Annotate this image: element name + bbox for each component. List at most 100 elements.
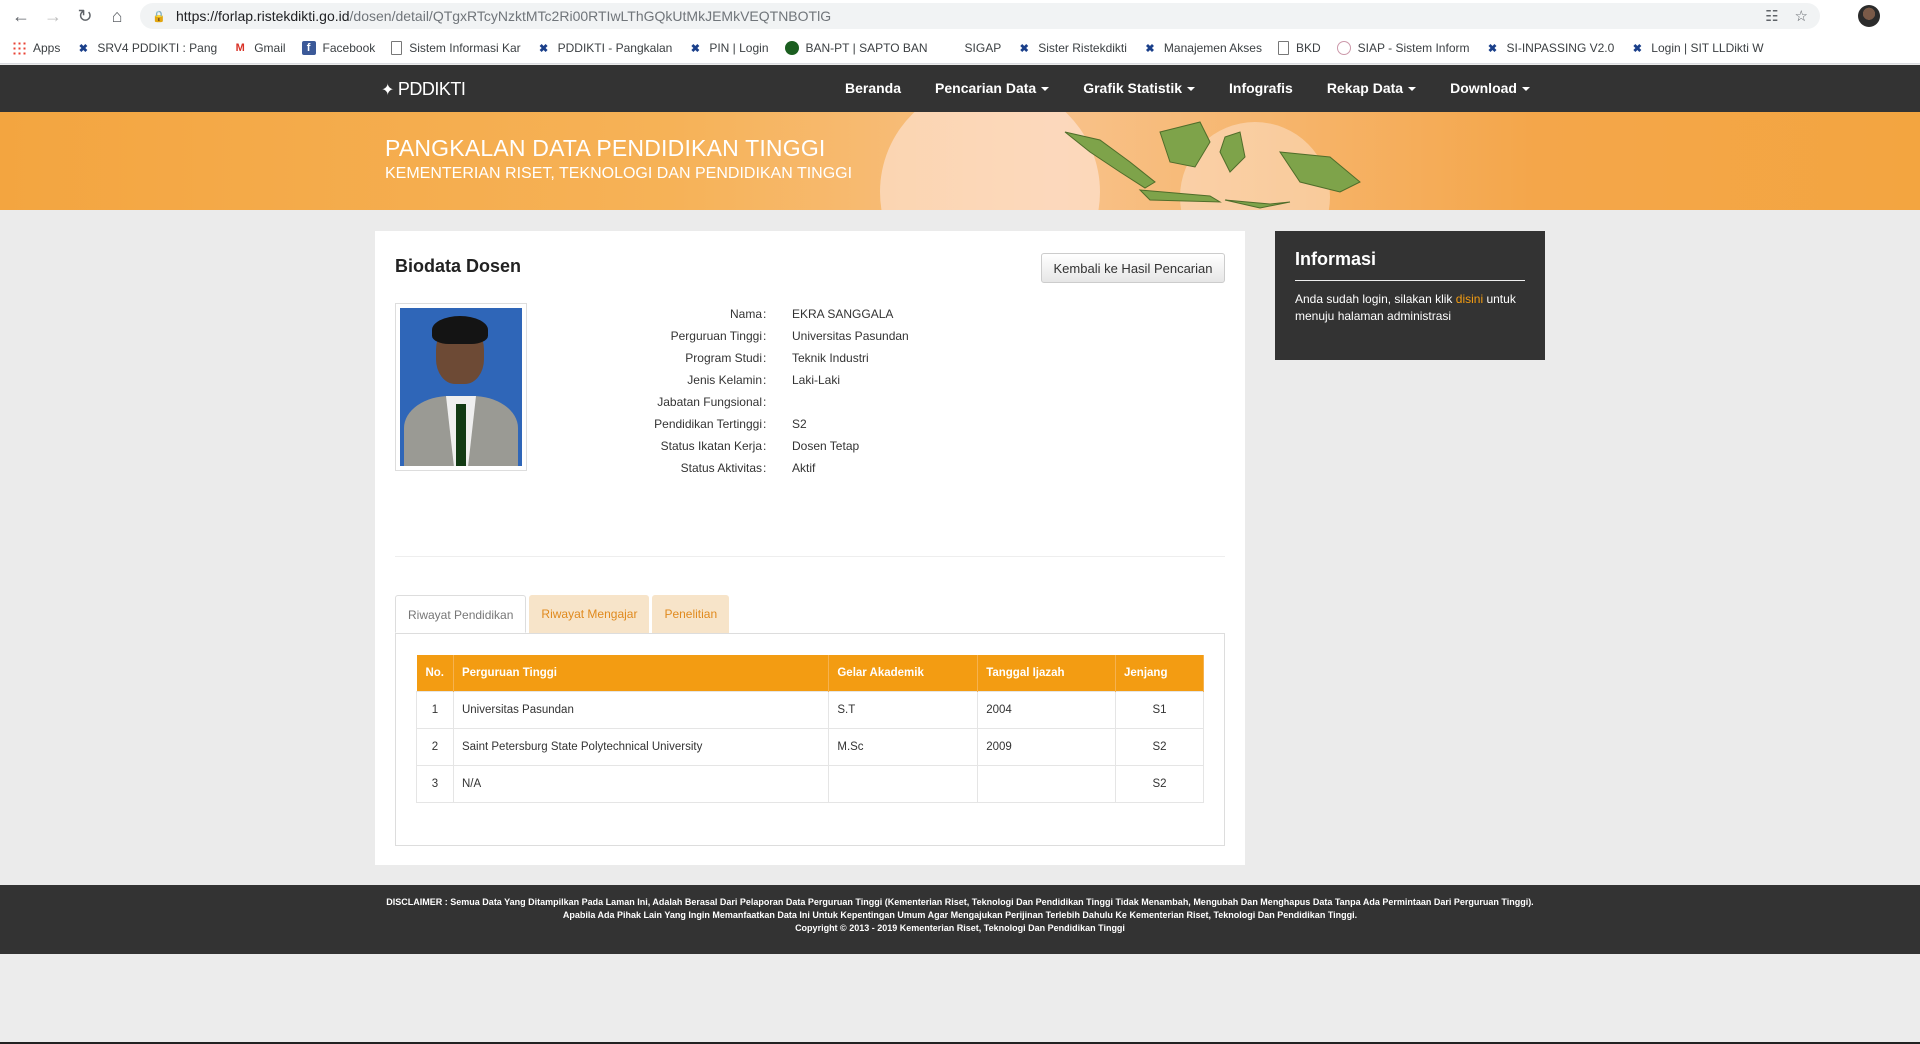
bookmark-item[interactable]: BKD [1277, 41, 1321, 55]
table-cell: 1 [416, 690, 454, 729]
caret-down-icon [1041, 87, 1050, 92]
home-icon[interactable]: ⌂ [106, 6, 128, 28]
bookmark-item[interactable]: BAN-PT | SAPTO BAN [784, 41, 928, 55]
site-logo[interactable]: ✦ PDDIKTI [381, 79, 466, 100]
address-bar[interactable]: 🔒 https://forlap.ristekdikti.go.id/dosen… [140, 3, 1820, 29]
bookmark-item[interactable]: f Facebook [301, 41, 375, 55]
bookmark-label: BKD [1295, 41, 1321, 55]
nav-item-rekap-data[interactable]: Rekap Data [1326, 65, 1417, 112]
info-text-before: Anda sudah login, silakan klik [1295, 292, 1456, 306]
bookmark-item[interactable]: SIAP - Sistem Inform [1336, 41, 1470, 55]
reload-icon[interactable]: ↻ [74, 6, 96, 28]
nav-item-pencarian-data[interactable]: Pencarian Data [935, 65, 1050, 112]
bookmark-item[interactable]: ✖ SI-INPASSING V2.0 [1485, 41, 1614, 55]
table-cell: S1 [1115, 690, 1204, 729]
table-cell: N/A [452, 764, 830, 803]
bookmark-label: SRV4 PDDIKTI : Pang [97, 41, 218, 55]
biodata-row: Jenis Kelamin: Laki-Laki [375, 369, 1245, 391]
bookmark-label: BAN-PT | SAPTO BAN [805, 41, 928, 55]
biodata-row: Status Aktivitas: Aktif [375, 457, 1245, 479]
translate-icon[interactable]: ☷ [1765, 7, 1778, 25]
siap-icon [1336, 41, 1351, 55]
bookmark-item[interactable]: ✖ PDDIKTI - Pangkalan [537, 41, 673, 55]
education-table: No. Perguruan Tinggi Gelar Akademik Tang… [416, 655, 1204, 803]
bookmark-item[interactable]: ✖ SRV4 PDDIKTI : Pang [76, 41, 217, 55]
biodata-value: EKRA SANGGALA [792, 307, 894, 321]
bookmark-label: PDDIKTI - Pangkalan [557, 41, 673, 55]
main-menu: Beranda Pencarian Data Grafik Statistik Inf… [845, 65, 1564, 112]
column-header: Gelar Akademik [828, 655, 979, 691]
profile-avatar[interactable] [1858, 5, 1880, 27]
bookmark-label: Manajemen Akses [1163, 41, 1262, 55]
biodata-label: Perguruan Tinggi [670, 329, 762, 343]
header-banner: PANGKALAN DATA PENDIDIKAN TINGGI KEMENTE… [0, 112, 1920, 210]
nav-item-beranda[interactable]: Beranda [845, 65, 901, 112]
nav-item-label: Download [1450, 80, 1517, 96]
nav-item-download[interactable]: Download [1450, 65, 1530, 112]
bookmark-item[interactable]: Sistem Informasi Kar [391, 41, 521, 55]
biodata-label: Pendidikan Tertinggi [654, 417, 762, 431]
biodata-colon: : [763, 461, 767, 475]
bookmark-item[interactable]: Apps [12, 41, 60, 55]
bookmark-item[interactable]: SIGAP [944, 41, 1002, 55]
nav-item-grafik-statistik[interactable]: Grafik Statistik [1083, 65, 1196, 112]
biodata-label: Status Ikatan Kerja [660, 439, 762, 453]
biodata-label: Status Aktivitas [680, 461, 762, 475]
nav-item-label: Pencarian Data [935, 80, 1037, 96]
tab-penelitian[interactable]: Penelitian [652, 595, 730, 633]
biodata-row: Nama: EKRA SANGGALA [375, 303, 1245, 325]
nav-item-label: Beranda [845, 80, 902, 96]
bookmark-label: SIGAP [964, 41, 1002, 55]
table-cell: 2009 [977, 727, 1117, 766]
bookmark-item[interactable]: ✖ PIN | Login [688, 41, 769, 55]
site-logo-text: PDDIKTI [397, 79, 466, 99]
caret-down-icon [1521, 87, 1530, 92]
lock-icon: 🔒 [152, 10, 166, 23]
biodata-value: Teknik Industri [792, 351, 869, 365]
biodata-colon: : [763, 439, 767, 453]
kemenristek-icon: ✖ [539, 42, 549, 55]
bookmark-item[interactable]: ✖ Sister Ristekdikti [1017, 41, 1127, 55]
biodata-colon: : [763, 373, 767, 387]
page-icon [391, 41, 403, 55]
table-cell: S2 [1115, 727, 1204, 766]
kemenristek-icon: ✖ [1632, 42, 1642, 55]
footer-disclaimer: DISCLAIMER : Semua Data Yang Ditampilkan… [386, 897, 1534, 907]
info-text: Anda sudah login, silakan klik disini un… [1295, 291, 1525, 325]
kemenristek-icon: ✖ [1019, 42, 1029, 55]
url-host: https://forlap.ristekdikti.go.id [176, 8, 350, 24]
caret-down-icon [1187, 87, 1196, 92]
kemenristek-icon: ✖ [1145, 42, 1155, 55]
nav-item-infografis[interactable]: Infografis [1229, 65, 1293, 112]
pddikti-logo-icon: ✦ [381, 81, 394, 99]
bookmark-label: Apps [33, 41, 61, 55]
biodata-label: Jenis Kelamin [687, 373, 762, 387]
tab-riwayat-pendidikan[interactable]: Riwayat Pendidikan [395, 595, 527, 633]
bookmark-item[interactable]: M Gmail [233, 41, 286, 55]
indonesia-map-icon [1064, 121, 1361, 209]
table-header-row: No. Perguruan Tinggi Gelar Akademik Tang… [416, 655, 1204, 691]
biodata-label: Nama [729, 307, 762, 321]
nav-item-label: Rekap Data [1326, 80, 1404, 96]
footer-copyright: Copyright © 2013 - 2019 Kementerian Rise… [795, 923, 1125, 933]
bookmark-item[interactable]: ✖ Login | SIT LLDikti W [1630, 41, 1764, 55]
bookmark-item[interactable]: ✖ Manajemen Akses [1143, 41, 1262, 55]
footer-note: Apabila Ada Pihak Lain Yang Ingin Memanf… [562, 910, 1358, 920]
back-to-results-button[interactable]: Kembali ke Hasil Pencarian [1041, 253, 1225, 283]
bookmark-label: Gmail [254, 41, 286, 55]
bookmark-label: SIAP - Sistem Inform [1357, 41, 1470, 55]
table-row: 3 N/A S2 [416, 764, 1204, 803]
tab-riwayat-mengajar[interactable]: Riwayat Mengajar [529, 595, 650, 633]
banner-title: PANGKALAN DATA PENDIDIKAN TINGGI [385, 135, 826, 161]
forward-arrow-icon[interactable]: → [42, 6, 64, 28]
table-row: 1 Universitas Pasundan S.T 2004 S1 [416, 690, 1204, 729]
gmail-icon: M [235, 42, 245, 54]
star-icon[interactable]: ☆ [1795, 7, 1808, 25]
page-title: Biodata Dosen [395, 256, 522, 276]
back-arrow-icon[interactable]: ← [10, 6, 32, 28]
banner-subtitle: KEMENTERIAN RISET, TEKNOLOGI DAN PENDIDI… [385, 165, 853, 182]
divider [395, 556, 1225, 557]
table-cell: 3 [416, 764, 454, 803]
admin-link[interactable]: disini [1456, 292, 1483, 306]
column-header: Jenjang [1115, 655, 1204, 691]
